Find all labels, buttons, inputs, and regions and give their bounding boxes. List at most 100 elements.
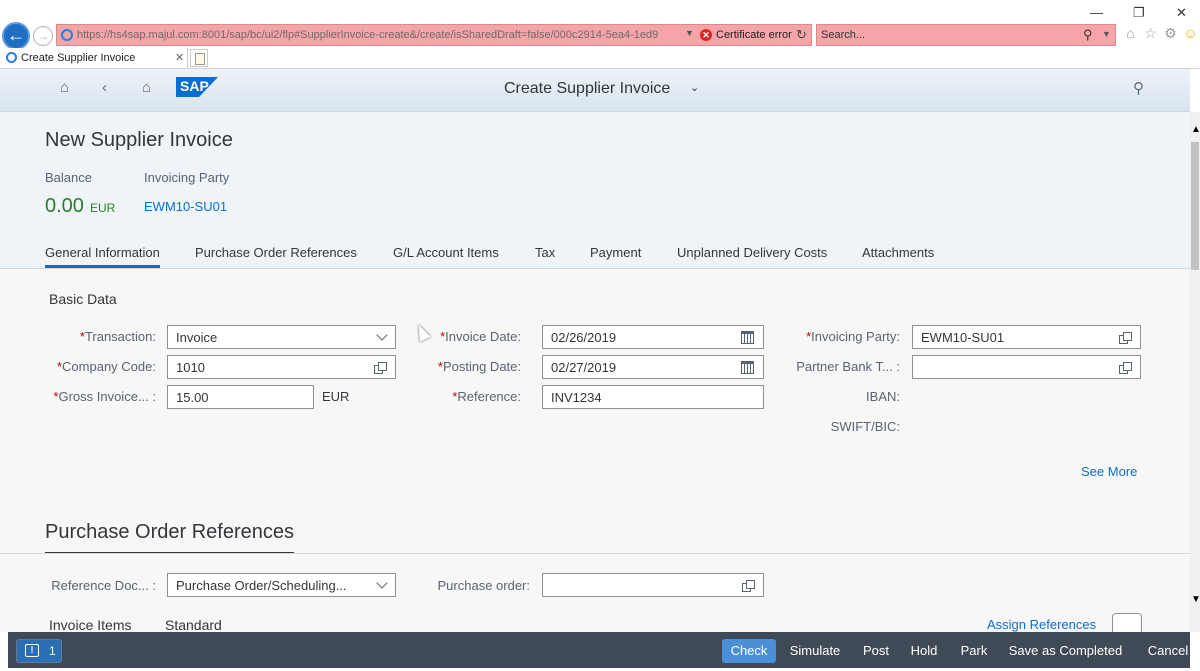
simulate-button[interactable]: Simulate — [783, 639, 847, 663]
company-code-label: *Company Code: — [56, 359, 156, 374]
scrollbar-thumb[interactable] — [1191, 142, 1199, 270]
tab-purchase-order-references[interactable]: Purchase Order References — [195, 245, 357, 260]
company-code-field[interactable]: 1010 — [167, 355, 396, 379]
see-more-link[interactable]: See More — [1081, 464, 1137, 479]
gross-invoice-label: *Gross Invoice... : — [53, 389, 156, 404]
section-divider — [0, 553, 1190, 554]
cert-error-text[interactable]: Certificate error — [716, 29, 792, 41]
reference-value: INV1234 — [551, 390, 602, 405]
object-page-content: Basic Data *Transaction: Invoice *Compan… — [0, 269, 1190, 632]
search-dropdown-icon[interactable]: ▼ — [1102, 29, 1111, 39]
mouse-cursor-icon — [413, 322, 431, 342]
back-icon[interactable]: ‹ — [102, 79, 107, 96]
partner-bank-label: Partner Bank T... : — [796, 359, 900, 374]
favorites-star-icon[interactable]: ☆ — [1142, 25, 1159, 42]
save-as-completed-button[interactable]: Save as Completed — [1003, 639, 1128, 663]
minimize-icon[interactable]: — — [1090, 5, 1103, 20]
reference-field[interactable]: INV1234 — [542, 385, 764, 409]
sap-logo: SAP — [176, 77, 218, 97]
transaction-label: *Transaction: — [79, 329, 156, 344]
close-tab-icon[interactable]: ✕ — [175, 51, 184, 64]
search-placeholder[interactable]: Search... — [821, 29, 865, 41]
browser-search-box[interactable]: Search... ⚲ ▼ — [816, 24, 1116, 46]
scroll-down-icon[interactable]: ▼ — [1191, 594, 1200, 605]
calendar-icon[interactable] — [741, 331, 754, 344]
invoicing-party-value: EWM10-SU01 — [921, 330, 1005, 345]
tab-tax[interactable]: Tax — [535, 245, 555, 260]
tab-gl-account-items[interactable]: G/L Account Items — [393, 245, 499, 260]
object-page-header: New Supplier Invoice Balance Invoicing P… — [0, 112, 1190, 269]
shell-app-title[interactable]: Create Supplier Invoice — [504, 80, 670, 98]
page-title: New Supplier Invoice — [45, 129, 233, 151]
launchpad-home-icon[interactable]: ⌂ — [142, 79, 151, 96]
purchase-order-label: Purchase order: — [437, 578, 531, 593]
address-url[interactable]: https://hs4sap.majul.com:8001/sap/bc/ui2… — [77, 29, 679, 41]
search-icon[interactable]: ⚲ — [1133, 79, 1144, 97]
invoice-date-picker[interactable]: 02/26/2019 — [542, 325, 764, 349]
new-tab-button[interactable] — [190, 49, 208, 67]
reference-doc-label: Reference Doc... : — [51, 578, 156, 593]
invoicing-party-field-label: *Invoicing Party: — [806, 329, 900, 344]
transaction-select[interactable]: Invoice — [167, 325, 396, 349]
reference-doc-select[interactable]: Purchase Order/Scheduling... — [167, 573, 396, 597]
variant-standard[interactable]: Standard — [165, 617, 222, 632]
browser-tab[interactable]: Create Supplier Invoice ✕ — [0, 48, 188, 69]
chevron-down-icon[interactable]: ⌄ — [690, 81, 699, 94]
value-help-icon[interactable] — [742, 580, 755, 592]
balance-label: Balance — [45, 170, 92, 185]
posting-date-picker[interactable]: 02/27/2019 — [542, 355, 764, 379]
search-icon[interactable]: ⚲ — [1083, 27, 1093, 43]
address-dropdown-icon[interactable]: ▼ — [685, 28, 694, 38]
swift-bic-label: SWIFT/BIC: — [830, 419, 900, 434]
back-arrow-icon[interactable]: ← — [2, 22, 30, 50]
gross-invoice-currency: EUR — [322, 389, 350, 404]
post-button[interactable]: Post — [856, 639, 896, 663]
invoicing-party-field[interactable]: EWM10-SU01 — [912, 325, 1141, 349]
tab-attachments[interactable]: Attachments — [862, 245, 934, 260]
vertical-scrollbar[interactable]: ▲ ▼ — [1190, 112, 1200, 632]
tab-general-information[interactable]: General Information — [45, 245, 160, 268]
value-help-icon[interactable] — [1119, 332, 1132, 344]
park-button[interactable]: Park — [954, 639, 994, 663]
reference-doc-value: Purchase Order/Scheduling... — [176, 578, 347, 593]
transaction-value: Invoice — [176, 330, 218, 345]
tab-title: Create Supplier Invoice — [21, 52, 136, 64]
balance-value: 0.00 — [45, 195, 84, 217]
tab-favicon-icon — [6, 52, 17, 63]
hold-button[interactable]: Hold — [904, 639, 944, 663]
forward-arrow-icon[interactable]: → — [33, 26, 53, 46]
restore-icon[interactable]: ❐ — [1133, 5, 1145, 21]
check-button[interactable]: Check — [722, 639, 776, 663]
browser-toolbar: ← → https://hs4sap.majul.com:8001/sap/bc… — [0, 0, 1200, 70]
chevron-down-icon[interactable] — [376, 577, 388, 589]
refresh-icon[interactable]: ↻ — [796, 27, 807, 43]
table-settings-button[interactable] — [1112, 613, 1142, 632]
invoicing-party-link[interactable]: EWM10-SU01 — [144, 199, 227, 214]
cancel-button[interactable]: Cancel — [1138, 639, 1198, 663]
settings-gear-icon[interactable]: ⚙ — [1162, 25, 1179, 42]
invoicing-party-label: Invoicing Party — [144, 170, 230, 185]
value-help-icon[interactable] — [1119, 362, 1132, 374]
close-window-icon[interactable]: ✕ — [1176, 5, 1187, 21]
gross-invoice-field[interactable]: 15.00 — [167, 385, 314, 409]
balance-currency: EUR — [90, 201, 116, 215]
footer-toolbar: ! 1 Check Simulate Post Hold Park Save a… — [8, 632, 1190, 668]
invoice-date-value: 02/26/2019 — [551, 330, 617, 345]
tab-unplanned-delivery-costs[interactable]: Unplanned Delivery Costs — [677, 245, 827, 260]
company-code-value: 1010 — [176, 360, 205, 375]
address-bar[interactable]: https://hs4sap.majul.com:8001/sap/bc/ui2… — [56, 24, 812, 46]
purchase-order-field[interactable] — [542, 573, 764, 597]
chevron-down-icon[interactable] — [376, 329, 388, 341]
assign-references-link[interactable]: Assign References — [987, 617, 1096, 632]
smiley-feedback-icon[interactable]: ☺ — [1182, 25, 1199, 42]
calendar-icon[interactable] — [741, 361, 754, 374]
partner-bank-field[interactable] — [912, 355, 1141, 379]
reference-label: *Reference: — [452, 389, 521, 404]
home-icon[interactable]: ⌂ — [1122, 25, 1139, 42]
value-help-icon[interactable] — [374, 362, 387, 374]
message-popover-button[interactable]: ! 1 — [16, 639, 62, 663]
scroll-up-icon[interactable]: ▲ — [1191, 124, 1200, 135]
posting-date-value: 02/27/2019 — [551, 360, 617, 375]
tab-payment[interactable]: Payment — [590, 245, 641, 260]
home-icon[interactable]: ⌂ — [60, 79, 69, 96]
